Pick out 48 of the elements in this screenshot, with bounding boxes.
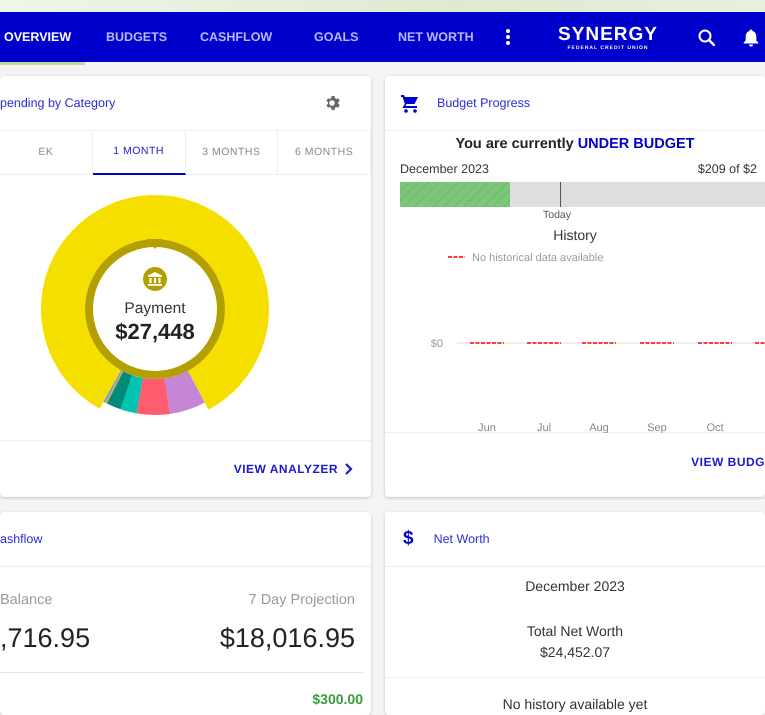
nav-tab[interactable]: CASHFLOW (200, 28, 272, 47)
nav-tab[interactable]: NET WORTH (398, 28, 474, 47)
net-worth-label: Total Net Worth (526, 622, 624, 641)
period-tab[interactable]: 3 MONTHS (186, 131, 278, 175)
notification-bell-icon[interactable] (743, 29, 759, 47)
period-tab[interactable]: 1 MONTH (92, 131, 186, 175)
chart-title: History (552, 226, 598, 246)
x-tick-label: Aug (589, 422, 609, 434)
settings-icon[interactable] (324, 95, 341, 111)
nav-tab[interactable]: OVERVIEW (4, 28, 72, 47)
budget-amount: $209 of $2 (698, 160, 757, 178)
card-title: Net Worth (434, 530, 490, 548)
view-budgets-link[interactable]: VIEW BUDG (691, 453, 765, 472)
category-amount: $27,448 (115, 320, 195, 344)
legend-label: No historical data available (472, 252, 604, 264)
x-tick-label: Oct (706, 422, 724, 434)
nav-tab[interactable]: GOALS (314, 28, 358, 47)
balance-amount: ,716.95 (0, 622, 90, 655)
dollar-icon: $ (403, 524, 414, 554)
today-label: Today (543, 208, 572, 222)
legend-line (448, 256, 465, 258)
chevron-right-icon (344, 463, 353, 475)
x-tick-label: Jun (478, 422, 496, 434)
card-title: Budget Progress (437, 94, 530, 112)
view-analyzer-link[interactable]: VIEW ANALYZER (234, 460, 353, 478)
net-worth-month: December 2023 (525, 577, 625, 596)
x-tick-label: Jul (536, 422, 552, 434)
nav-tab[interactable]: BUDGETS (106, 28, 168, 47)
shopping-cart-icon (400, 94, 419, 112)
bank-icon (143, 267, 167, 291)
search-icon[interactable] (698, 29, 715, 46)
today-marker (560, 182, 561, 206)
budget-month: December 2023 (400, 160, 489, 178)
history-note: No history available yet (502, 695, 648, 714)
balance-label: Balance (0, 591, 54, 610)
card-title: pending by Category (0, 94, 116, 112)
more-menu-icon[interactable] (506, 29, 510, 45)
y-axis-label: $0 (430, 338, 443, 350)
card-title: ashflow (0, 530, 42, 548)
period-tab[interactable]: 6 MONTHS (278, 131, 371, 175)
net-worth-amount: $24,452.07 (540, 643, 610, 662)
category-label: Payment (124, 299, 186, 319)
balance-label: 7 Day Projection (248, 591, 355, 610)
x-tick-label: Sep (647, 422, 667, 434)
budget-status-text: You are currently UNDER BUDGET (454, 135, 696, 154)
cashflow-amount: $300.00 (312, 690, 364, 710)
period-tab[interactable]: EK (0, 131, 93, 175)
balance-amount: $18,016.95 (220, 622, 355, 655)
